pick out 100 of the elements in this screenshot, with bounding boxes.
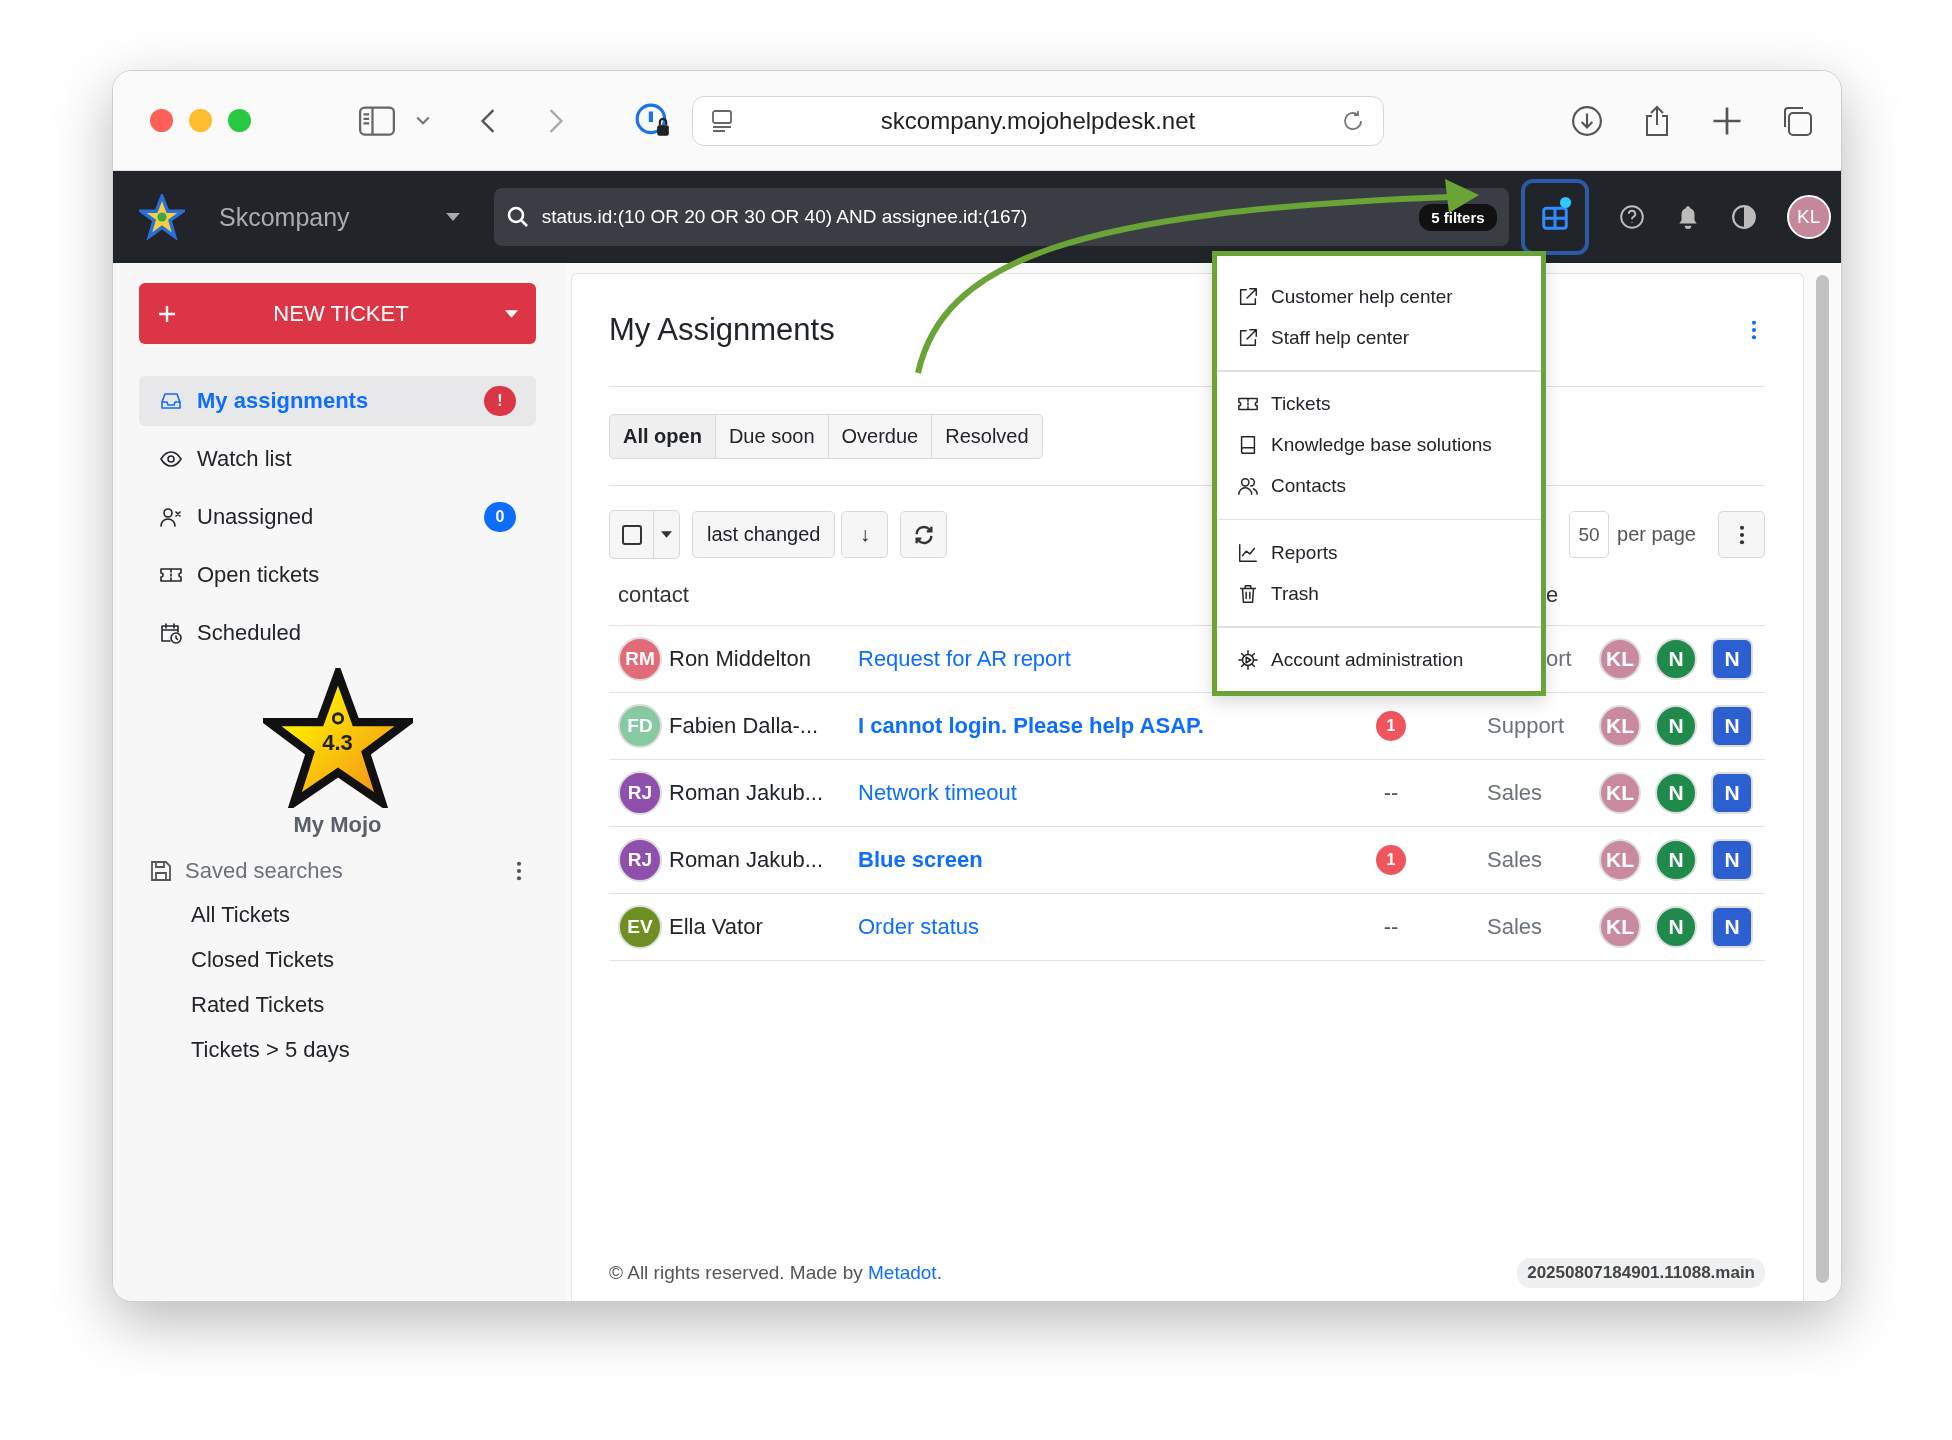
contact-name[interactable]: Ella Vator [669, 914, 763, 940]
reply-count: -- [1383, 914, 1399, 940]
assignee-avatar[interactable]: N [1655, 906, 1697, 948]
metadot-link[interactable]: Metadot [868, 1262, 937, 1283]
contact-avatar: RM [618, 637, 662, 681]
mojo-score: 4.3 [321, 730, 354, 756]
scrollbar[interactable] [1816, 275, 1829, 1283]
menu-item[interactable]: Customer help center [1217, 276, 1541, 317]
gear-icon [1237, 649, 1259, 671]
contact-avatar: FD [618, 704, 662, 748]
ticket-subject-link[interactable]: I cannot login. Please help ASAP. [858, 713, 1341, 739]
tabs-icon[interactable] [1781, 104, 1813, 137]
more-icon[interactable] [1751, 320, 1757, 340]
filter-tab[interactable]: Resolved [931, 414, 1043, 459]
saved-search-link[interactable]: All Tickets [191, 892, 536, 937]
assignee-avatar[interactable]: N [1711, 839, 1753, 881]
external-link-icon [1237, 285, 1259, 308]
assignee-avatar[interactable]: N [1655, 839, 1697, 881]
assignee-avatar[interactable]: N [1655, 705, 1697, 747]
reply-count: -- [1383, 780, 1399, 806]
assignee-avatar[interactable]: N [1711, 638, 1753, 680]
saved-search-link[interactable]: Closed Tickets [191, 937, 536, 982]
calendar-icon [159, 621, 183, 645]
menu-item[interactable]: Account administration [1217, 639, 1541, 681]
mojo-label[interactable]: My Mojo [293, 812, 382, 838]
address-bar[interactable]: skcompany.mojohelpdesk.net [692, 95, 1384, 146]
per-page-field[interactable]: 50 [1569, 511, 1610, 558]
sort-direction-button[interactable]: ↓ [841, 511, 889, 558]
contact-avatar: RJ [618, 838, 662, 882]
more-icon[interactable] [516, 861, 522, 881]
refresh-button[interactable] [900, 511, 948, 558]
saved-searches-heading: Saved searches [185, 858, 344, 884]
sidebar-item[interactable]: Watch list [139, 434, 536, 484]
reload-icon[interactable] [1341, 108, 1365, 133]
sidebar-item[interactable]: My assignments ! [139, 376, 536, 426]
contact-name[interactable]: Ron Middelton [669, 646, 811, 672]
filter-tab[interactable]: All open [609, 414, 716, 459]
menu-item[interactable]: Knowledge base solutions [1217, 424, 1541, 466]
contact-name[interactable]: Fabien Dalla-... [669, 713, 819, 739]
menu-item[interactable]: Contacts [1217, 465, 1541, 507]
column-header[interactable]: contact [609, 582, 858, 608]
contrast-icon[interactable] [1730, 204, 1757, 230]
caret-icon [505, 309, 518, 318]
download-icon[interactable] [1571, 104, 1603, 137]
group-name: Sales [1486, 914, 1544, 940]
contact-name[interactable]: Roman Jakub... [669, 780, 824, 806]
search-icon [505, 205, 530, 229]
close-button[interactable] [150, 109, 173, 132]
search-query: status.id:(10 OR 20 OR 30 OR 40) AND assignee.id:(167) [541, 206, 1029, 228]
url-text: skcompany.mojohelpdesk.net [879, 106, 1197, 135]
checkbox[interactable] [622, 524, 642, 545]
filter-tab[interactable]: Overdue [827, 414, 933, 459]
count-badge: ! [484, 386, 516, 416]
contact-avatar: EV [618, 905, 662, 949]
saved-search-link[interactable]: Rated Tickets [191, 982, 536, 1027]
trash-icon [1237, 582, 1259, 605]
refresh-icon [912, 523, 935, 546]
chart-icon [1237, 541, 1259, 564]
assignee-avatar[interactable]: N [1711, 705, 1753, 747]
contact-name[interactable]: Roman Jakub... [669, 847, 824, 873]
sidebar-item[interactable]: Scheduled [139, 608, 536, 658]
company-name[interactable]: Skcompany [219, 202, 350, 232]
group-name: Sales [1486, 847, 1544, 873]
count-badge: 0 [484, 502, 516, 532]
filter-tab[interactable]: Due soon [714, 414, 829, 459]
assignee-avatar[interactable]: N [1711, 906, 1753, 948]
apps-button[interactable] [1520, 179, 1589, 255]
plus-icon [157, 303, 177, 324]
menu-item[interactable]: Reports [1217, 532, 1541, 573]
ticket-subject-link[interactable]: Network timeout [858, 780, 1341, 806]
help-icon[interactable] [1618, 204, 1645, 230]
group-name: Sales [1486, 780, 1544, 806]
star-icon[interactable] [262, 668, 413, 808]
new-ticket-button[interactable]: NEW TICKET [139, 283, 536, 344]
external-link-icon [1237, 326, 1259, 349]
sort-button[interactable]: last changed [692, 511, 836, 558]
search-field[interactable]: status.id:(10 OR 20 OR 30 OR 40) AND assignee.id:(167) 5 filters [493, 188, 1509, 246]
menu-item[interactable]: Trash [1217, 573, 1541, 614]
ticket-subject-link[interactable]: Order status [858, 914, 1341, 940]
sidebar-icon[interactable] [359, 105, 395, 136]
caret-icon[interactable] [445, 213, 460, 221]
reply-count-badge: 1 [1376, 845, 1406, 875]
back-icon[interactable] [480, 107, 496, 134]
group-name: Support [1486, 713, 1566, 739]
assignee-avatar[interactable]: N [1711, 772, 1753, 814]
filter-count[interactable]: 5 filters [1419, 203, 1497, 231]
select-all-dropdown[interactable] [609, 510, 680, 559]
more-icon [1738, 524, 1745, 545]
assignee-avatar[interactable]: N [1655, 772, 1697, 814]
menu-item[interactable]: Tickets [1217, 383, 1541, 425]
chevron-down-icon[interactable] [416, 115, 430, 126]
sidebar-item[interactable]: Unassigned 0 [139, 492, 536, 542]
star-logo-icon[interactable] [139, 194, 185, 240]
saved-search-link[interactable]: Tickets > 5 days [191, 1027, 536, 1072]
ticket-subject-link[interactable]: Blue screen [858, 847, 1341, 873]
page-title: My Assignments [609, 312, 835, 348]
assignee-avatar[interactable]: N [1655, 638, 1697, 680]
plus-icon[interactable] [1711, 104, 1743, 137]
sidebar-item[interactable]: Open tickets [139, 550, 536, 600]
menu-item[interactable]: Staff help center [1217, 317, 1541, 358]
